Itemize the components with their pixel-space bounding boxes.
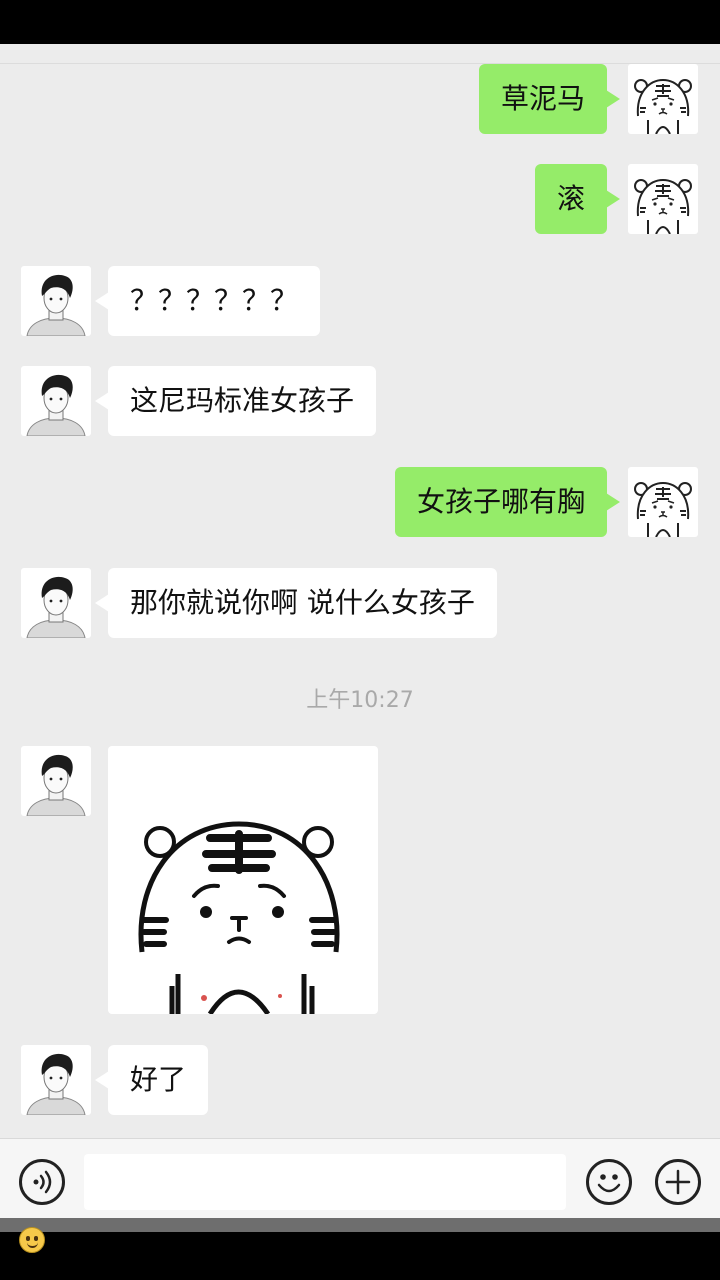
sad-tiger-sticker[interactable] <box>108 746 378 1014</box>
tiger-avatar[interactable] <box>628 467 698 537</box>
status-bar <box>0 0 720 44</box>
sad-tiger-sticker-image <box>138 821 340 1014</box>
emoji-eye <box>26 1236 30 1241</box>
smiley-emoji-icon[interactable] <box>19 1227 45 1253</box>
message-bubble-incoming[interactable]: 好了 <box>94 1045 209 1115</box>
boy-avatar[interactable] <box>21 568 91 638</box>
message-bubble-incoming[interactable]: 那你就说你啊 说什么女孩子 <box>95 568 497 638</box>
voice-button[interactable] <box>19 1159 65 1205</box>
tiger-avatar-icon <box>634 178 692 234</box>
boy-avatar-icon <box>26 754 86 816</box>
header-divider <box>0 63 720 64</box>
keyboard-top-strip <box>0 1218 720 1232</box>
message-bubble-incoming[interactable]: 这尼玛标准女孩子 <box>94 366 377 436</box>
add-button[interactable] <box>655 1159 701 1205</box>
boy-avatar-icon <box>26 576 86 638</box>
boy-avatar-icon <box>26 374 86 436</box>
message-bubble-incoming[interactable]: ？？？？？？ <box>94 266 321 336</box>
tiger-avatar[interactable] <box>628 64 698 134</box>
tiger-avatar[interactable] <box>628 164 698 234</box>
emoji-icon <box>597 1174 621 1193</box>
boy-avatar-icon <box>26 1053 86 1115</box>
boy-avatar-icon <box>26 274 86 336</box>
emoji-eye <box>34 1236 38 1241</box>
emoji-mouth <box>27 1242 38 1248</box>
emoji-button[interactable] <box>586 1159 632 1205</box>
voice-icon <box>33 1170 52 1194</box>
chat-message-list[interactable]: 草泥马 滚 ？？？？？？ 这尼玛标准女孩子 女孩子哪有胸 那你就说你啊 说什么女… <box>0 44 720 1138</box>
message-timestamp: 上午10:27 <box>306 688 414 713</box>
plus-icon <box>665 1169 691 1195</box>
message-input-bar <box>0 1138 720 1218</box>
message-bubble-outgoing[interactable]: 滚 <box>534 164 621 234</box>
boy-avatar[interactable] <box>21 746 91 816</box>
tiger-avatar-icon <box>634 78 692 134</box>
message-input[interactable] <box>84 1154 566 1210</box>
boy-avatar[interactable] <box>21 366 91 436</box>
message-bubble-outgoing[interactable]: 女孩子哪有胸 <box>394 467 621 537</box>
message-bubble-outgoing[interactable]: 草泥马 <box>478 64 621 134</box>
navigation-bar <box>0 1232 720 1280</box>
tiger-avatar-icon <box>634 481 692 537</box>
boy-avatar[interactable] <box>21 266 91 336</box>
boy-avatar[interactable] <box>21 1045 91 1115</box>
